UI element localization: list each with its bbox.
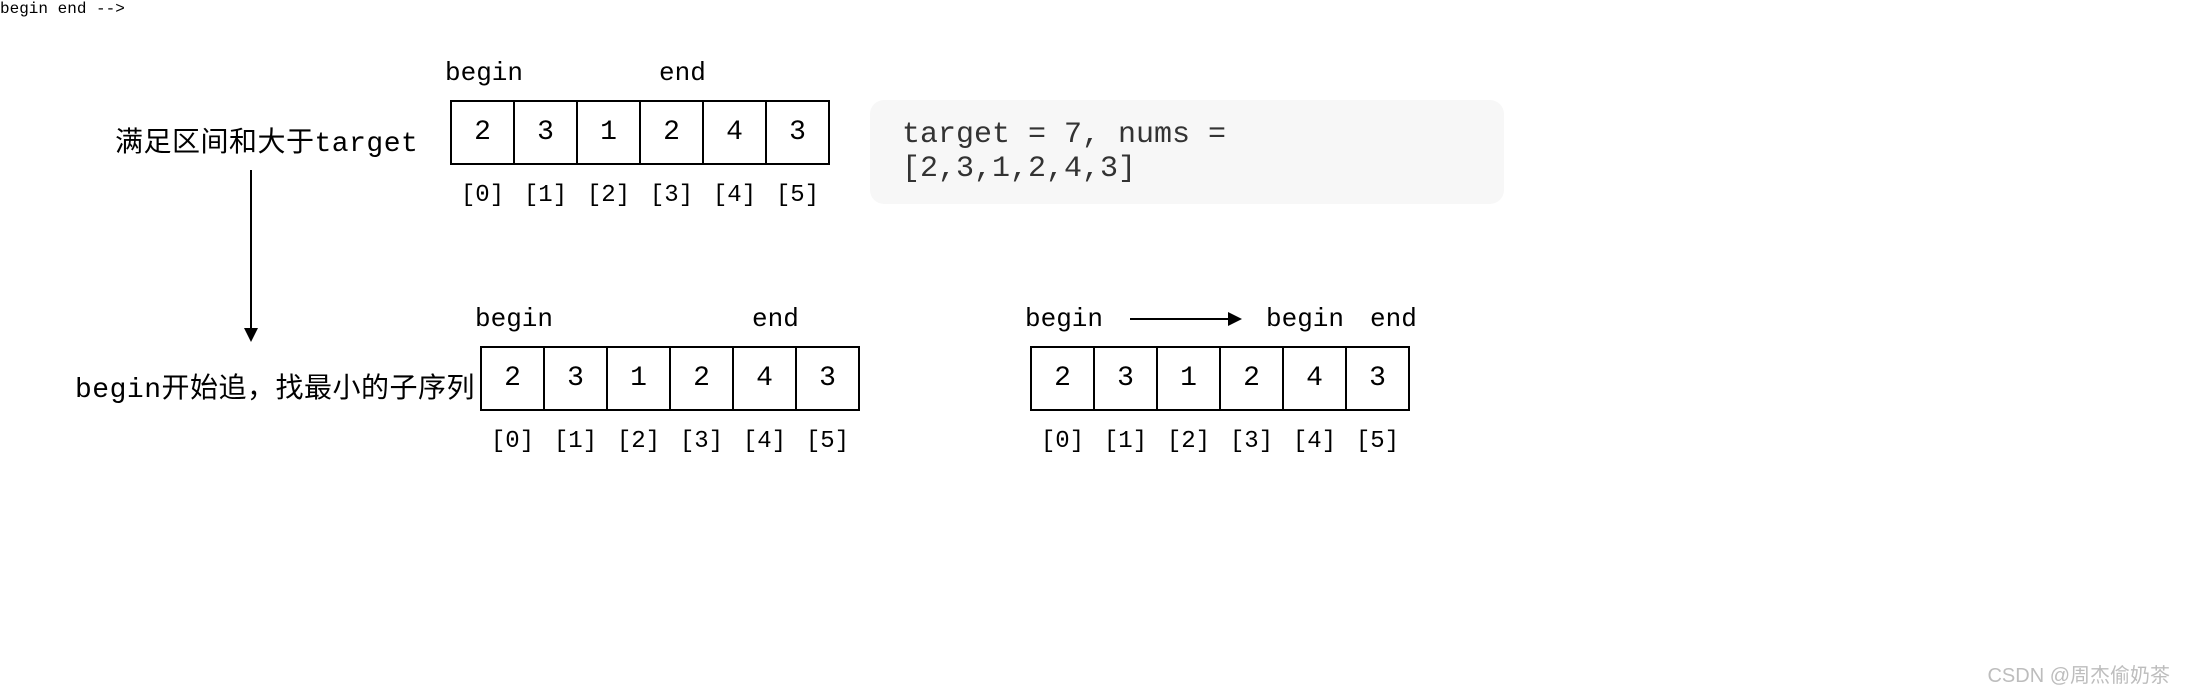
bottom-left-array: 2 3 1 2 4 3 bbox=[480, 346, 860, 411]
idx: [0] bbox=[450, 182, 515, 209]
idx: [4] bbox=[732, 428, 797, 455]
bottom-left-indices: [0] [1] [2] [3] [4] [5] bbox=[480, 428, 860, 455]
idx: [2] bbox=[606, 428, 671, 455]
cell: 3 bbox=[1093, 346, 1158, 411]
idx: [1] bbox=[513, 182, 578, 209]
top-array: 2 3 1 2 4 3 bbox=[450, 100, 830, 165]
cell: 1 bbox=[1156, 346, 1221, 411]
bl-begin-label: begin bbox=[475, 304, 553, 334]
cell: 3 bbox=[795, 346, 860, 411]
idx: [2] bbox=[576, 182, 641, 209]
step2-label: begin开始追，找最小的子序列 bbox=[75, 366, 475, 406]
cell: 2 bbox=[1219, 346, 1284, 411]
idx: [5] bbox=[1345, 428, 1410, 455]
cell: 3 bbox=[765, 100, 830, 165]
idx: [2] bbox=[1156, 428, 1221, 455]
flow-arrow-down-icon bbox=[250, 170, 252, 340]
idx: [0] bbox=[480, 428, 545, 455]
cell: 2 bbox=[1030, 346, 1095, 411]
cell: 3 bbox=[1345, 346, 1410, 411]
cell: 3 bbox=[513, 100, 578, 165]
begin-move-arrow-icon bbox=[1130, 318, 1240, 320]
cell: 2 bbox=[639, 100, 704, 165]
cell: 2 bbox=[669, 346, 734, 411]
bl-end-label: end bbox=[752, 304, 799, 334]
cell: 3 bbox=[543, 346, 608, 411]
cell: 4 bbox=[1282, 346, 1347, 411]
cell: 4 bbox=[732, 346, 797, 411]
cell: 2 bbox=[450, 100, 515, 165]
top-begin-label: begin bbox=[445, 58, 523, 88]
br-begin-final-label: begin bbox=[1266, 304, 1344, 334]
idx: [3] bbox=[639, 182, 704, 209]
step1-label: 满足区间和大于target bbox=[115, 120, 418, 160]
cell: 1 bbox=[606, 346, 671, 411]
br-begin-start-label: begin bbox=[1025, 304, 1103, 334]
idx: [4] bbox=[1282, 428, 1347, 455]
idx: [3] bbox=[669, 428, 734, 455]
idx: [5] bbox=[795, 428, 860, 455]
top-indices: [0] [1] [2] [3] [4] [5] bbox=[450, 182, 830, 209]
idx: [0] bbox=[1030, 428, 1095, 455]
cell: 2 bbox=[480, 346, 545, 411]
watermark: CSDN @周杰偷奶茶 bbox=[1987, 659, 2170, 688]
cell: 1 bbox=[576, 100, 641, 165]
idx: [1] bbox=[543, 428, 608, 455]
bottom-right-indices: [0] [1] [2] [3] [4] [5] bbox=[1030, 428, 1410, 455]
br-end-label: end bbox=[1370, 304, 1417, 334]
bottom-right-array: 2 3 1 2 4 3 bbox=[1030, 346, 1410, 411]
top-end-label: end bbox=[659, 58, 706, 88]
cell: 4 bbox=[702, 100, 767, 165]
code-box: target = 7, nums = [2,3,1,2,4,3] bbox=[870, 100, 1504, 204]
idx: [3] bbox=[1219, 428, 1284, 455]
idx: [1] bbox=[1093, 428, 1158, 455]
idx: [4] bbox=[702, 182, 767, 209]
idx: [5] bbox=[765, 182, 830, 209]
